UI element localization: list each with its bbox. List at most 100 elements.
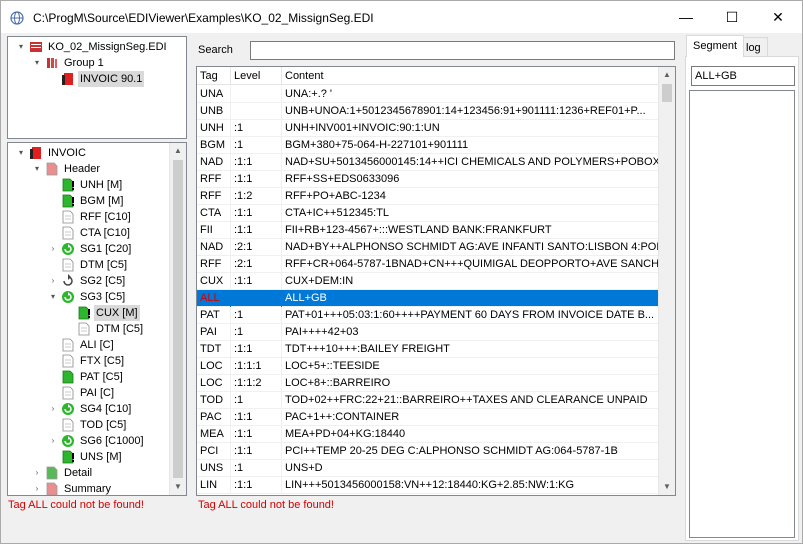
tree-item-label: RFF [C10] [80, 211, 131, 223]
maximize-button[interactable]: ☐ [709, 1, 755, 33]
segment-tree-item[interactable]: RFF [C10] [48, 209, 168, 225]
table-row[interactable]: ALL ALL+GB [197, 290, 659, 307]
scroll-up-arrow-icon[interactable]: ▲ [170, 143, 186, 159]
cell-level: :1:1 [231, 222, 282, 239]
collapsed-arrow-icon[interactable]: › [48, 273, 58, 289]
green-doc-warning-icon [61, 194, 75, 208]
expanded-arrow-icon[interactable]: ▾ [32, 55, 42, 71]
table-row[interactable]: TDT:1:1 TDT+++10+++:BAILEY FREIGHT [197, 341, 659, 358]
table-row[interactable]: PAT:1 PAT+01+++05:03:1:60++++PAYMENT 60 D… [197, 307, 659, 324]
grid-header: Tag Level Content [197, 67, 659, 85]
segment-tree-item[interactable]: › Detail [32, 465, 168, 481]
table-row[interactable]: BGM:1 BGM+380+75-064-H-227101+901111 [197, 137, 659, 154]
tree-item-label: Header [64, 163, 101, 175]
gray-cycle-icon [61, 274, 75, 288]
column-header-tag[interactable]: Tag [197, 67, 231, 85]
segment-tree-item[interactable]: FTX [C5] [48, 353, 168, 369]
grid-scroll-down-arrow-icon[interactable]: ▼ [659, 479, 675, 495]
table-row[interactable]: LOC:1:1:2 LOC+8+::BARREIRO [197, 375, 659, 392]
segment-tree-item[interactable]: BGM [M] [48, 193, 168, 209]
file-tree-item[interactable]: ▾ KO_02_MissignSeg.EDI [16, 39, 186, 55]
segment-tree-item[interactable]: PAI [C] [48, 385, 168, 401]
segment-tree-item[interactable]: › SG4 [C10] [48, 401, 168, 417]
cell-tag: NAD [197, 239, 231, 256]
segment-tree-item[interactable]: ALI [C] [48, 337, 168, 353]
scroll-thumb[interactable] [173, 160, 183, 478]
table-row[interactable]: CTA:1:1 CTA+IC++512345:TL [197, 205, 659, 222]
segment-value-input[interactable] [691, 66, 795, 86]
cell-content: RFF+CR+064-5787-1BNAD+CN+++QUIMIGAL DEOP… [282, 256, 659, 273]
green-cycle-icon [61, 402, 75, 416]
expanded-arrow-icon[interactable]: ▾ [32, 161, 42, 177]
segment-tree-item[interactable]: UNH [M] [48, 177, 168, 193]
collapsed-arrow-icon[interactable]: › [48, 433, 58, 449]
segment-tree-item[interactable]: ▾ SG3 [C5] [48, 289, 168, 305]
tree-item-label: INVOIC 90.1 [78, 71, 145, 87]
table-row[interactable]: UNB UNB+UNOA:1+5012345678901:14+123456:91… [197, 103, 659, 120]
collapsed-arrow-icon[interactable]: › [32, 465, 42, 481]
grid-scroll-thumb[interactable] [662, 84, 672, 102]
table-row[interactable]: NAD:2:1 NAD+BY++ALPHONSO SCHMIDT AG:AVE I… [197, 239, 659, 256]
table-row[interactable]: PAC:1:1 PAC+1++:CONTAINER [197, 409, 659, 426]
table-row[interactable]: NAD:1:1 NAD+SU+5013456000145:14++ICI CHEM… [197, 154, 659, 171]
segment-tree-item[interactable]: CUX [M] [64, 305, 168, 321]
minimize-button[interactable]: — [663, 1, 709, 33]
collapsed-arrow-icon[interactable]: › [48, 241, 58, 257]
segment-tree-item[interactable]: CTA [C10] [48, 225, 168, 241]
segment-tree-item[interactable]: ▾ INVOIC [16, 145, 168, 161]
cell-level [231, 103, 282, 120]
table-row[interactable]: PAI:1 PAI++++42+03 [197, 324, 659, 341]
table-row[interactable]: UNH:1 UNH+INV001+INVOIC:90:1:UN [197, 120, 659, 137]
scroll-down-arrow-icon[interactable]: ▼ [170, 479, 186, 495]
grid-scroll-up-arrow-icon[interactable]: ▲ [659, 67, 675, 83]
segment-tree-item[interactable]: UNS [M] [48, 449, 168, 465]
segment-tree[interactable]: ▲ ▼ ▾ INVOIC ▾ Header UNH [M] BGM [M] RFF [C10… [7, 142, 187, 496]
app-window: C:\ProgM\Source\EDIViewer\Examples\KO_02… [0, 0, 803, 544]
expanded-arrow-icon[interactable]: ▾ [16, 39, 26, 55]
table-row[interactable]: FII:1:1 FII+RB+123-4567+:::WESTLAND BANK:… [197, 222, 659, 239]
file-tree-item[interactable]: INVOIC 90.1 [48, 71, 186, 87]
cell-level [231, 290, 282, 307]
grid-scrollbar[interactable]: ▲ ▼ [658, 67, 675, 495]
segment-tree-item[interactable]: TOD [C5] [48, 417, 168, 433]
tree-item-label: FTX [C5] [80, 355, 125, 367]
column-header-content[interactable]: Content [282, 67, 659, 85]
table-row[interactable]: UNS:1 UNS+D [197, 460, 659, 477]
segment-tree-item[interactable]: PAT [C5] [48, 369, 168, 385]
segment-tree-item[interactable]: DTM [C5] [48, 257, 168, 273]
table-row[interactable]: TOD:1 TOD+02++FRC:22+21::BARREIRO++TAXES … [197, 392, 659, 409]
segment-tree-scrollbar[interactable]: ▲ ▼ [169, 143, 186, 495]
search-label: Search [198, 44, 233, 56]
expanded-arrow-icon[interactable]: ▾ [16, 145, 26, 161]
file-tree[interactable]: ▾ KO_02_MissignSeg.EDI ▾ Group 1 INVOIC 90.1 [7, 36, 187, 139]
table-row[interactable]: RFF:1:2 RFF+PO+ABC-1234 [197, 188, 659, 205]
table-row[interactable]: MEA:1:1 MEA+PD+04+KG:18440 [197, 426, 659, 443]
tree-item-label: DTM [C5] [80, 259, 128, 271]
table-row[interactable]: LIN:1:1 LIN+++5013456000158:VN++12:18440:… [197, 477, 659, 494]
segment-tree-item[interactable]: DTM [C5] [64, 321, 168, 337]
table-row[interactable]: PCI:1:1 PCI++TEMP 20-25 DEG C:ALPHONSO SC… [197, 443, 659, 460]
table-row[interactable]: RFF:1:1 RFF+SS+EDS0633096 [197, 171, 659, 188]
tab-segment[interactable]: Segment [686, 35, 745, 57]
cell-level: :1 [231, 137, 282, 154]
segment-tree-item[interactable]: › SG6 [C1000] [48, 433, 168, 449]
table-row[interactable]: LOC:1:1:1 LOC+5+::TEESIDE [197, 358, 659, 375]
close-button[interactable]: ✕ [755, 1, 801, 33]
table-row[interactable]: CUX:1:1 CUX+DEM:IN [197, 273, 659, 290]
table-row[interactable]: RFF:2:1 RFF+CR+064-5787-1BNAD+CN+++QUIMIG… [197, 256, 659, 273]
collapsed-arrow-icon[interactable]: › [32, 481, 42, 495]
file-tree-item[interactable]: ▾ Group 1 [32, 55, 186, 71]
cell-level: :1:1 [231, 171, 282, 188]
cell-tag: RFF [197, 171, 231, 188]
expanded-arrow-icon[interactable]: ▾ [48, 289, 58, 305]
segment-tree-item[interactable]: › SG1 [C20] [48, 241, 168, 257]
collapsed-arrow-icon[interactable]: › [48, 401, 58, 417]
table-row[interactable]: UNA UNA:+.? ' [197, 86, 659, 103]
column-header-level[interactable]: Level [231, 67, 282, 85]
segment-tree-item[interactable]: ▾ Header [32, 161, 168, 177]
segment-grid[interactable]: Tag Level Content UNA UNA:+.? ' UNB UNB+UNO… [196, 66, 676, 496]
segment-tree-item[interactable]: › SG2 [C5] [48, 273, 168, 289]
segment-tree-item[interactable]: › Summary [32, 481, 168, 495]
cell-level: :1:1 [231, 443, 282, 460]
search-input[interactable] [250, 41, 675, 60]
